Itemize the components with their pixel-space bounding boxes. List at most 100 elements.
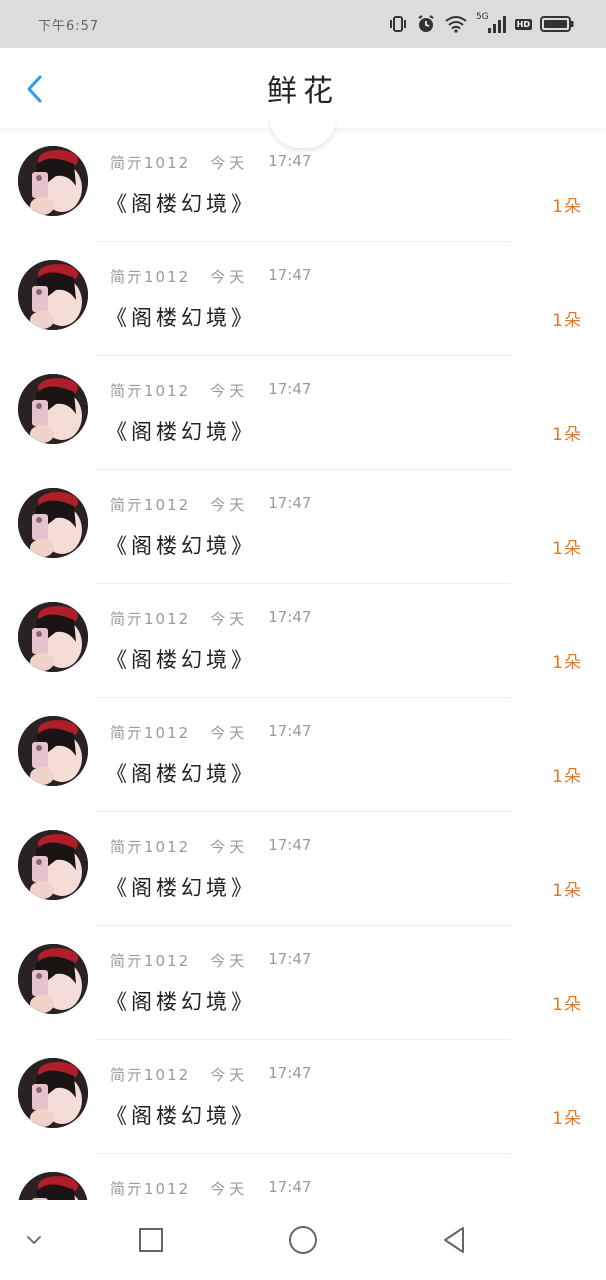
avatar[interactable] xyxy=(18,488,88,558)
list-item[interactable]: 简亓1012 今天 17:47 《阁楼幻境》 1朵 xyxy=(0,1040,606,1154)
item-meta: 简亓1012 今天 17:47 xyxy=(110,380,311,401)
item-meta: 简亓1012 今天 17:47 xyxy=(110,608,311,629)
hd-label: HD xyxy=(514,18,532,30)
send-day: 今天 xyxy=(210,382,249,400)
wifi-icon xyxy=(444,15,468,33)
vibrate-icon xyxy=(388,15,408,33)
send-day: 今天 xyxy=(210,1180,249,1198)
send-day: 今天 xyxy=(210,838,249,856)
network-label: 5G xyxy=(475,12,489,22)
book-title: 《阁楼幻境》 xyxy=(106,420,256,444)
alarm-icon xyxy=(416,14,436,34)
item-meta: 简亓1012 今天 17:47 xyxy=(110,836,311,857)
collapse-nav-button[interactable] xyxy=(16,1222,52,1258)
send-time: 17:47 xyxy=(268,380,312,398)
back-button[interactable] xyxy=(20,74,50,104)
item-meta: 简亓1012 今天 17:47 xyxy=(110,1178,311,1199)
send-time: 17:47 xyxy=(268,608,312,626)
flower-count: 1朵 xyxy=(552,881,582,901)
list-item[interactable]: 简亓1012 今天 17:47 《阁楼幻境》 1朵 xyxy=(0,356,606,470)
book-title: 《阁楼幻境》 xyxy=(106,990,256,1014)
recents-square-icon xyxy=(139,1228,163,1252)
send-time: 17:47 xyxy=(268,950,312,968)
send-time: 17:47 xyxy=(268,152,312,170)
sender-name: 简亓1012 xyxy=(110,382,191,400)
item-meta: 简亓1012 今天 17:47 xyxy=(110,950,311,971)
item-meta: 简亓1012 今天 17:47 xyxy=(110,722,311,743)
book-title: 《阁楼幻境》 xyxy=(106,192,256,216)
sender-name: 简亓1012 xyxy=(110,496,191,514)
sender-name: 简亓1012 xyxy=(110,268,191,286)
send-day: 今天 xyxy=(210,154,249,172)
signal-5g-icon: 5G xyxy=(475,12,507,33)
avatar[interactable] xyxy=(18,1058,88,1128)
flower-count: 1朵 xyxy=(552,539,582,559)
chevron-down-icon xyxy=(27,1236,41,1245)
book-title: 《阁楼幻境》 xyxy=(106,648,256,672)
send-time: 17:47 xyxy=(268,722,312,740)
navigation-bar xyxy=(0,1200,606,1280)
list-item[interactable]: 简亓1012 今天 17:47 《阁楼幻境》 1朵 xyxy=(0,812,606,926)
send-time: 17:47 xyxy=(268,836,312,854)
sender-name: 简亓1012 xyxy=(110,154,191,172)
flower-count: 1朵 xyxy=(552,197,582,217)
flower-count: 1朵 xyxy=(552,425,582,445)
send-day: 今天 xyxy=(210,496,249,514)
list-item[interactable]: 简亓1012 今天 17:47 《阁楼幻境》 1朵 xyxy=(0,926,606,1040)
send-time: 17:47 xyxy=(268,1178,312,1196)
book-title: 《阁楼幻境》 xyxy=(106,1104,256,1128)
list-item[interactable]: 简亓1012 今天 17:47 《阁楼幻境》 1朵 xyxy=(0,584,606,698)
sender-name: 简亓1012 xyxy=(110,610,191,628)
flower-count: 1朵 xyxy=(552,995,582,1015)
list-item[interactable]: 简亓1012 今天 17:47 xyxy=(0,1154,606,1200)
status-bar: 下午6:57 5G HD xyxy=(0,0,606,48)
sender-name: 简亓1012 xyxy=(110,1066,191,1084)
flower-count: 1朵 xyxy=(552,1109,582,1129)
book-title: 《阁楼幻境》 xyxy=(106,876,256,900)
item-meta: 简亓1012 今天 17:47 xyxy=(110,494,311,515)
list-item[interactable]: 简亓1012 今天 17:47 《阁楼幻境》 1朵 xyxy=(0,698,606,812)
avatar[interactable] xyxy=(18,146,88,216)
recents-button[interactable] xyxy=(133,1222,169,1258)
avatar[interactable] xyxy=(18,944,88,1014)
avatar[interactable] xyxy=(18,602,88,672)
send-day: 今天 xyxy=(210,724,249,742)
send-time: 17:47 xyxy=(268,266,312,284)
hd-icon: HD xyxy=(514,18,532,30)
home-circle-icon xyxy=(289,1226,317,1254)
item-meta: 简亓1012 今天 17:47 xyxy=(110,152,311,173)
chevron-left-icon xyxy=(27,75,42,103)
send-time: 17:47 xyxy=(268,494,312,512)
list-item[interactable]: 简亓1012 今天 17:47 《阁楼幻境》 1朵 xyxy=(0,242,606,356)
back-triangle-icon xyxy=(444,1227,464,1253)
sender-name: 简亓1012 xyxy=(110,952,191,970)
item-meta: 简亓1012 今天 17:47 xyxy=(110,266,311,287)
send-day: 今天 xyxy=(210,1066,249,1084)
back-nav-button[interactable] xyxy=(436,1222,472,1258)
flower-list: 简亓1012 今天 17:47 《阁楼幻境》 1朵 简亓1012 今天 17:47 《阁楼幻境》… xyxy=(0,128,606,1200)
send-day: 今天 xyxy=(210,610,249,628)
flower-count: 1朵 xyxy=(552,653,582,673)
sender-name: 简亓1012 xyxy=(110,724,191,742)
battery-icon xyxy=(540,15,574,33)
avatar[interactable] xyxy=(18,716,88,786)
book-title: 《阁楼幻境》 xyxy=(106,534,256,558)
home-button[interactable] xyxy=(285,1222,321,1258)
send-day: 今天 xyxy=(210,952,249,970)
sender-name: 简亓1012 xyxy=(110,1180,191,1198)
flower-count: 1朵 xyxy=(552,767,582,787)
status-time: 下午6:57 xyxy=(38,18,100,34)
avatar[interactable] xyxy=(18,374,88,444)
book-title: 《阁楼幻境》 xyxy=(106,762,256,786)
avatar[interactable] xyxy=(18,830,88,900)
status-icons: 5G HD xyxy=(388,12,574,34)
list-item[interactable]: 简亓1012 今天 17:47 《阁楼幻境》 1朵 xyxy=(0,470,606,584)
flower-count: 1朵 xyxy=(552,311,582,331)
send-day: 今天 xyxy=(210,268,249,286)
page-title: 鲜花 xyxy=(267,74,339,109)
sender-name: 简亓1012 xyxy=(110,838,191,856)
send-time: 17:47 xyxy=(268,1064,312,1082)
book-title: 《阁楼幻境》 xyxy=(106,306,256,330)
avatar[interactable] xyxy=(18,1172,88,1200)
avatar[interactable] xyxy=(18,260,88,330)
